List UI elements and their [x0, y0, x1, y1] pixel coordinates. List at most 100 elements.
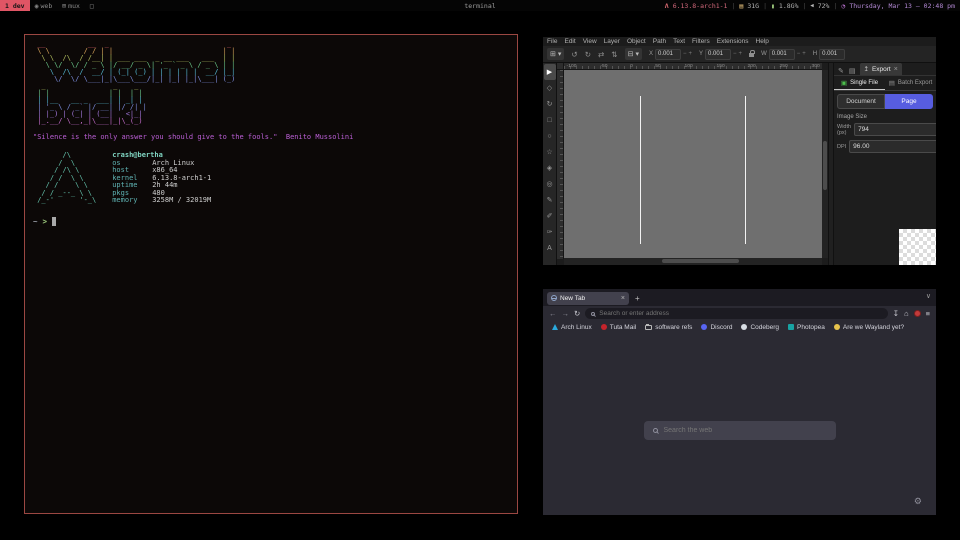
- spiral-tool-icon[interactable]: ◎: [544, 176, 556, 192]
- datetime: Thursday, Mar 13 — 02:48 pm: [849, 2, 955, 10]
- x-coordinate-spinner[interactable]: X 0.001 − +: [649, 49, 692, 60]
- decrement-icon[interactable]: −: [797, 51, 801, 57]
- reload-icon[interactable]: ↻: [574, 309, 580, 318]
- workspace-empty[interactable]: □: [85, 0, 99, 11]
- discord-icon: [701, 324, 707, 330]
- tool-palette: ▶ ◇ ↻ □ ○ ☆ ◈ ◎ ✎ ✐ ✑ A: [543, 63, 557, 265]
- bookmark-discord[interactable]: Discord: [701, 324, 732, 331]
- new-tab-button[interactable]: +: [635, 294, 640, 303]
- pencil-tool-icon[interactable]: ✐: [544, 208, 556, 224]
- decrement-icon[interactable]: −: [733, 51, 737, 57]
- menu-filters[interactable]: Filters: [692, 38, 710, 45]
- home-icon[interactable]: ⌂: [904, 309, 909, 318]
- back-ascii-art: _ _ _ | | | | | | | |__ __ _ ___| | _| |…: [33, 83, 509, 125]
- extension-icon[interactable]: [914, 310, 921, 317]
- ellipse-tool-icon[interactable]: ○: [544, 128, 556, 144]
- box3d-tool-icon[interactable]: ◈: [544, 160, 556, 176]
- increment-icon[interactable]: +: [739, 51, 743, 57]
- list-tabs-chevron-icon[interactable]: ∨: [926, 292, 931, 300]
- node-tool-icon[interactable]: ◇: [544, 80, 556, 96]
- menu-edit[interactable]: Edit: [564, 38, 575, 45]
- menu-extensions[interactable]: Extensions: [717, 38, 749, 45]
- pencil-dock-icon[interactable]: ✎: [837, 67, 845, 75]
- terminal-window[interactable]: __ __ _ _ \ \ / / | | | | \ \ /\ / /__| …: [24, 34, 518, 514]
- increment-icon[interactable]: +: [689, 51, 693, 57]
- separator: |: [803, 2, 807, 10]
- rectangle-tool-icon[interactable]: □: [544, 112, 556, 128]
- vertical-ruler: [557, 70, 564, 259]
- dpi-label: DPI: [837, 144, 846, 150]
- export-dock-tab[interactable]: ↥ Export ×: [860, 63, 902, 75]
- tab-single-file[interactable]: ▣ Single File: [834, 76, 885, 90]
- bookmark-arch-linux[interactable]: Arch Linux: [552, 324, 592, 331]
- url-input[interactable]: [599, 310, 881, 317]
- rotate-ccw-icon[interactable]: ↺: [571, 50, 577, 59]
- url-bar[interactable]: [585, 308, 887, 319]
- workspace-web[interactable]: ◉ web: [30, 0, 58, 11]
- align-icon: ⊟: [628, 50, 634, 58]
- shape-builder-tool-icon[interactable]: ↻: [544, 96, 556, 112]
- text-tool-icon[interactable]: A: [544, 240, 556, 256]
- menu-view[interactable]: View: [583, 38, 597, 45]
- scrollbar-thumb[interactable]: [662, 259, 739, 263]
- menu-icon[interactable]: ≡: [926, 309, 930, 318]
- back-icon[interactable]: ←: [549, 309, 557, 318]
- pen-tool-icon[interactable]: ✎: [544, 192, 556, 208]
- web-search-box[interactable]: [644, 421, 836, 440]
- flip-horizontal-icon[interactable]: ⇄: [598, 50, 604, 59]
- rotate-cw-icon[interactable]: ↻: [585, 50, 591, 59]
- separator: |: [833, 2, 837, 10]
- browser-window[interactable]: New Tab × + ∨ ← → ↻ ↧ ⌂ ≡ Arch Linux: [543, 289, 936, 515]
- height-spinner[interactable]: H 0.001: [813, 49, 845, 60]
- inkscape-window[interactable]: File Edit View Layer Object Path Text Fi…: [543, 37, 936, 265]
- bookmark-codeberg[interactable]: Codeberg: [741, 324, 779, 331]
- workspace-mux[interactable]: ⊞ mux: [57, 0, 85, 11]
- memory-icon: ▮: [771, 2, 775, 10]
- flip-vertical-icon[interactable]: ⇅: [611, 50, 617, 59]
- menu-layer[interactable]: Layer: [604, 38, 620, 45]
- align-dropdown[interactable]: ⊟ ▾: [625, 48, 642, 60]
- star-tool-icon[interactable]: ☆: [544, 144, 556, 160]
- width-field-row: Width (px): [834, 122, 936, 139]
- export-icon: ↥: [864, 65, 869, 73]
- bookmark-folder-software-refs[interactable]: software refs: [645, 324, 692, 331]
- width-spinner[interactable]: W 0.001 − +: [761, 49, 806, 60]
- horizontal-scrollbar[interactable]: [564, 258, 822, 265]
- image-size-label: Image Size: [834, 111, 936, 122]
- bookmark-photopea[interactable]: Photopea: [788, 324, 825, 331]
- width-input[interactable]: [854, 123, 936, 136]
- document-button[interactable]: Document: [837, 94, 885, 109]
- fastfetch-output: /\ / \ / /\ \ / / \ \ / / \ \ / / _--_ \…: [33, 152, 509, 205]
- lock-ratio-icon[interactable]: [749, 53, 754, 57]
- active-tab[interactable]: New Tab ×: [547, 292, 629, 305]
- menu-text[interactable]: Text: [673, 38, 685, 45]
- selection-mode-dropdown[interactable]: ⊞ ▾: [547, 48, 564, 60]
- increment-icon[interactable]: +: [802, 51, 806, 57]
- memory-usage: 1.8G%: [779, 2, 799, 10]
- menu-file[interactable]: File: [547, 38, 557, 45]
- selector-tool-icon[interactable]: ▶: [544, 64, 556, 80]
- workspace-dev[interactable]: 1 dev: [0, 0, 30, 11]
- tab-batch-export[interactable]: ▤ Batch Export: [885, 76, 936, 90]
- calligraphy-tool-icon[interactable]: ✑: [544, 224, 556, 240]
- scrollbar-thumb[interactable]: [823, 141, 827, 190]
- downloads-icon[interactable]: ↧: [893, 309, 899, 318]
- menu-object[interactable]: Object: [627, 38, 646, 45]
- page-button[interactable]: Page: [885, 94, 933, 109]
- bookmark-tuta-mail[interactable]: Tuta Mail: [601, 324, 637, 331]
- drawing-canvas[interactable]: [564, 70, 822, 258]
- gear-icon[interactable]: ⚙: [914, 496, 922, 507]
- shell-prompt[interactable]: ~ >: [33, 217, 509, 226]
- dpi-input[interactable]: [849, 140, 936, 153]
- properties-dock-icon[interactable]: ▤: [848, 67, 857, 75]
- forward-icon[interactable]: →: [562, 309, 570, 318]
- menu-path[interactable]: Path: [653, 38, 666, 45]
- selector-toolbar: ⊞ ▾ ↺ ↻ ⇄ ⇅ ⊟ ▾ X 0.001 − + Y 0.001 − +: [543, 46, 936, 63]
- close-tab-icon[interactable]: ×: [621, 295, 625, 302]
- y-coordinate-spinner[interactable]: Y 0.001 − +: [699, 49, 742, 60]
- menu-help[interactable]: Help: [756, 38, 769, 45]
- decrement-icon[interactable]: −: [683, 51, 687, 57]
- web-search-input[interactable]: [664, 427, 827, 434]
- bookmark-are-we-wayland-yet[interactable]: Are we Wayland yet?: [834, 324, 904, 331]
- close-icon[interactable]: ×: [894, 66, 898, 73]
